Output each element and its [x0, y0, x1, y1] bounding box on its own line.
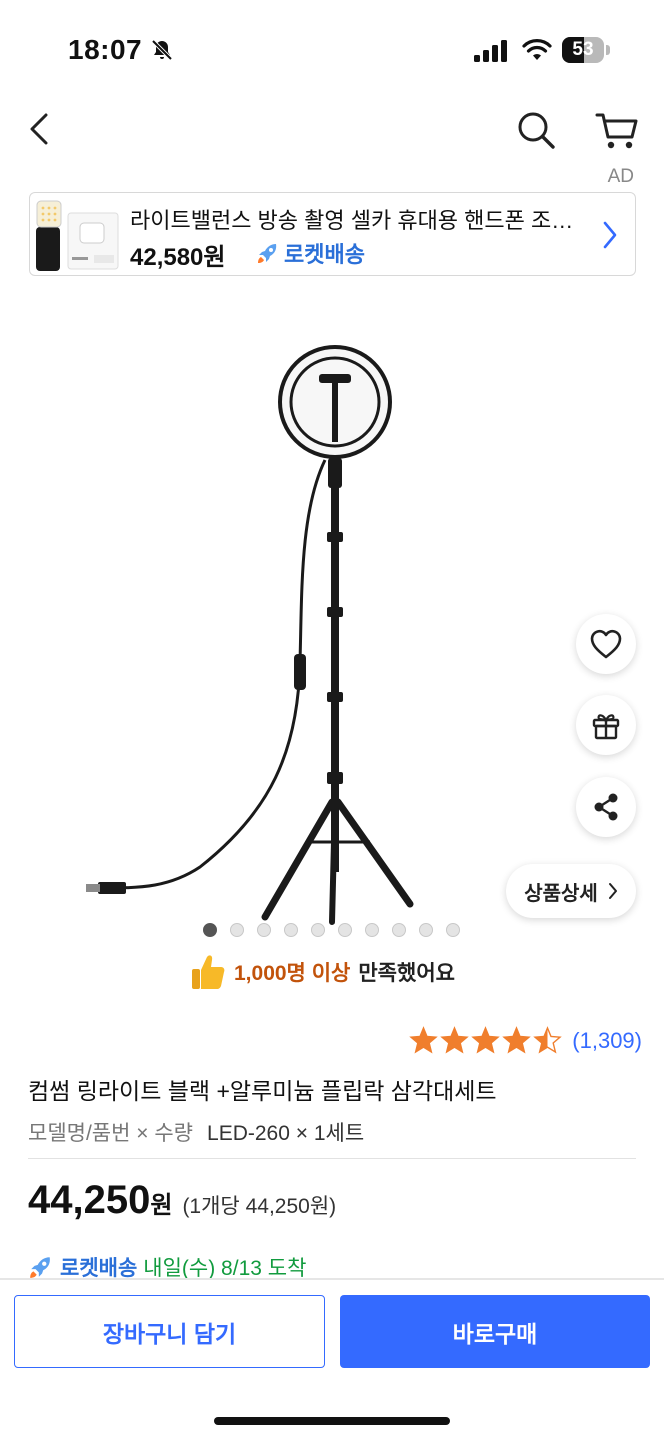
ad-rocket-badge: 로켓배송: [256, 237, 365, 269]
option-value: LED-260 × 1세트: [207, 1122, 365, 1145]
pager-dot[interactable]: [365, 923, 379, 937]
star-icon: [409, 1026, 439, 1054]
rocket-icon: [258, 244, 277, 263]
battery-percent: 53: [572, 39, 594, 60]
add-to-cart-button[interactable]: 장바구니 담기: [14, 1295, 325, 1368]
chevron-right-icon: [608, 883, 617, 899]
product-detail-button[interactable]: 상품상세: [506, 864, 636, 918]
pager-dot[interactable]: [419, 923, 433, 937]
pager-dot[interactable]: [338, 923, 352, 937]
pager-dot[interactable]: [203, 923, 217, 937]
product-detail-label: 상품상세: [524, 882, 598, 905]
gift-button[interactable]: [576, 695, 636, 755]
unit-price: (1개당 44,250원): [182, 1195, 337, 1218]
satisfaction-banner: 1,000명 이상 만족했어요: [190, 952, 455, 992]
star-icon: [440, 1026, 470, 1054]
bell-slash-icon: [151, 39, 173, 61]
rating[interactable]: (1,309): [409, 1026, 642, 1055]
back-icon[interactable]: [24, 110, 58, 148]
ad-banner[interactable]: 라이트밸런스 방송 촬영 셀카 휴대용 핸드폰 조명 라이트 42,580원 로…: [29, 192, 636, 276]
ad-product-thumbnail: [36, 200, 119, 271]
share-icon: [594, 793, 618, 821]
divider: [28, 1158, 636, 1159]
satisfaction-count: 1,000명 이상: [234, 962, 351, 985]
star-rating: [409, 1026, 563, 1055]
home-indicator: [214, 1417, 450, 1425]
ad-rocket-label: 로켓배송: [284, 242, 365, 267]
pager-dot[interactable]: [311, 923, 325, 937]
pager-dot[interactable]: [230, 923, 244, 937]
star-icon: [533, 1026, 563, 1054]
status-time: 18:07: [68, 34, 143, 65]
satisfaction-text: 만족했어요: [358, 962, 455, 985]
price: 44,250: [28, 1178, 151, 1222]
ad-price: 42,580원: [130, 244, 226, 271]
pager-dot[interactable]: [257, 923, 271, 937]
battery-icon: 53: [562, 37, 610, 63]
wishlist-button[interactable]: [576, 614, 636, 674]
wifi-icon: [522, 39, 552, 60]
thumbs-up-icon: [192, 955, 225, 989]
review-count[interactable]: (1,309): [572, 1028, 642, 1054]
buy-now-button[interactable]: 바로구매: [340, 1295, 650, 1368]
price-row: 44,250 원 (1개당 44,250원): [28, 1178, 336, 1223]
option-label: 모델명/품번 × 수량: [28, 1122, 194, 1145]
ad-label: AD: [607, 166, 634, 187]
bottom-bar-divider: [0, 1278, 664, 1280]
price-currency: 원: [150, 1192, 173, 1219]
pager-dot[interactable]: [392, 923, 406, 937]
search-icon[interactable]: [514, 108, 558, 152]
product-image[interactable]: [70, 332, 490, 932]
chevron-right-icon: [603, 221, 617, 249]
gift-icon: [592, 714, 620, 740]
image-pager: [203, 923, 460, 939]
ad-title: 라이트밸런스 방송 촬영 셀카 휴대용 핸드폰 조명 라이트: [130, 208, 578, 233]
star-icon: [471, 1026, 501, 1054]
pager-dot[interactable]: [446, 923, 460, 937]
heart-icon: [590, 629, 622, 659]
rocket-icon: [30, 1257, 50, 1278]
product-title: 컴썸 링라이트 블랙 +알루미늄 플립락 삼각대세트: [28, 1078, 497, 1104]
cart-icon[interactable]: [594, 108, 640, 152]
star-icon: [502, 1026, 532, 1054]
signal-icon: [474, 40, 507, 62]
pager-dot[interactable]: [284, 923, 298, 937]
share-button[interactable]: [576, 777, 636, 837]
option-row: 모델명/품번 × 수량 LED-260 × 1세트: [28, 1117, 364, 1147]
